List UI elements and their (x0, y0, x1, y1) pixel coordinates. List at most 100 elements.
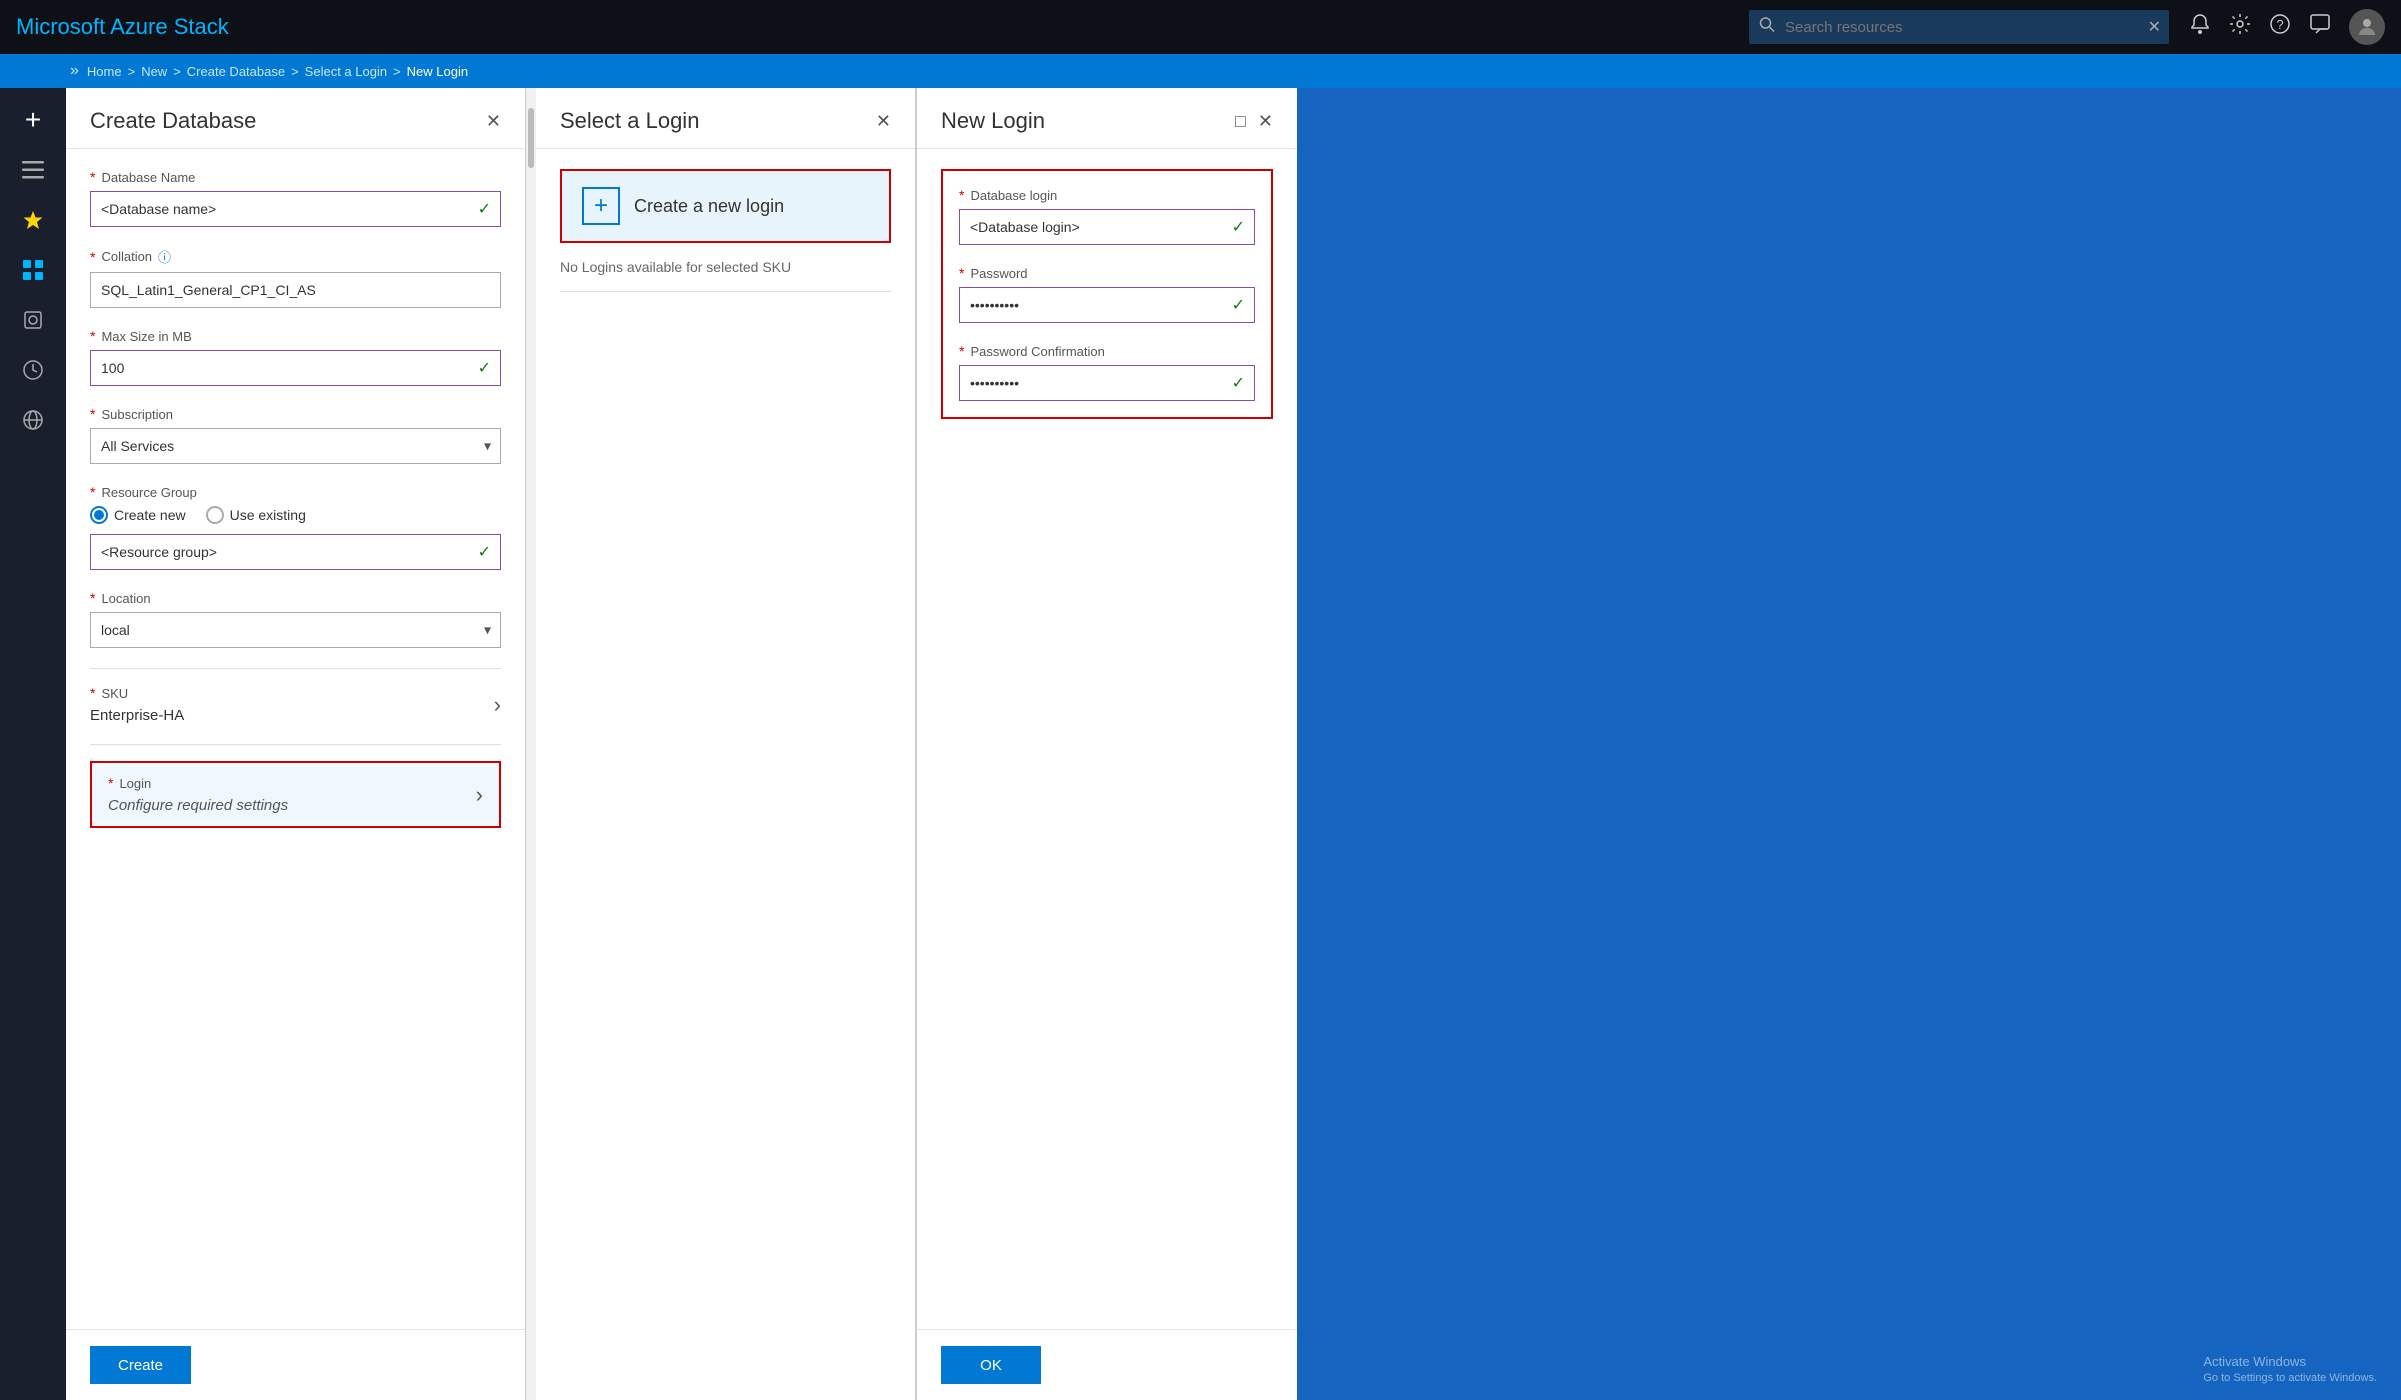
collation-info-icon[interactable]: ⓘ (158, 247, 171, 266)
select-login-close-button[interactable]: ✕ (876, 111, 891, 132)
new-login-close-button[interactable]: ✕ (1258, 111, 1273, 132)
sidebar-item-activity[interactable] (11, 348, 55, 392)
feedback-icon[interactable] (2309, 13, 2331, 41)
breadcrumb-sep-3: > (291, 64, 299, 79)
select-login-title: Select a Login (560, 108, 699, 134)
required-star-8: * (108, 775, 113, 791)
collation-label: * Collation ⓘ (90, 247, 501, 266)
content-area: Create Database ✕ * Database Name ✓ (66, 88, 2401, 1400)
resource-group-input-wrap: ✓ (90, 534, 501, 570)
new-login-panel: New Login □ ✕ * Database login (917, 88, 1297, 1400)
notifications-icon[interactable] (2189, 13, 2211, 41)
database-login-check-icon: ✓ (1232, 217, 1245, 237)
sku-label: * SKU (90, 685, 184, 701)
search-clear-button[interactable]: ✕ (2148, 17, 2161, 37)
database-login-input[interactable] (959, 209, 1255, 245)
password-label: * Password (959, 265, 1255, 281)
avatar[interactable] (2349, 9, 2385, 45)
max-size-input-wrap: ✓ (90, 350, 501, 386)
password-confirm-input-wrap: ✓ (959, 365, 1255, 401)
password-confirm-field: * Password Confirmation ✓ (959, 343, 1255, 401)
sidebar: + (0, 88, 66, 1400)
search-wrap: ✕ (1749, 10, 2169, 44)
create-database-title: Create Database (90, 108, 256, 134)
radio-create-new-circle (90, 506, 108, 524)
sidebar-item-dashboard[interactable] (11, 248, 55, 292)
sidebar-item-menu[interactable] (11, 148, 55, 192)
radio-use-existing[interactable]: Use existing (206, 506, 306, 524)
search-icon (1759, 17, 1775, 38)
create-new-login-card[interactable]: + Create a new login (560, 169, 891, 243)
required-star-7: * (90, 685, 95, 701)
password-input-wrap: ✓ (959, 287, 1255, 323)
svg-text:?: ? (2276, 17, 2283, 32)
new-login-controls: □ ✕ (1235, 111, 1273, 132)
create-database-body: * Database Name ✓ * Collation ⓘ (66, 149, 525, 1329)
create-database-panel: Create Database ✕ * Database Name ✓ (66, 88, 526, 1400)
login-configure-text: Configure required settings (108, 797, 288, 814)
database-name-field: * Database Name ✓ (90, 169, 501, 227)
password-confirm-check-icon: ✓ (1232, 373, 1245, 393)
divider-1 (90, 744, 501, 745)
scrollbar-thumb-1[interactable] (528, 108, 534, 168)
collation-field: * Collation ⓘ (90, 247, 501, 308)
select-login-controls: ✕ (876, 111, 891, 132)
create-database-footer: Create (66, 1329, 525, 1400)
login-navigate-icon: › (476, 782, 483, 808)
subscription-dropdown-wrap: All Services ▾ (90, 428, 501, 464)
new-login-header: New Login □ ✕ (917, 88, 1297, 149)
main-layout: + Create Database ✕ (0, 88, 2401, 1400)
ok-button[interactable]: OK (941, 1346, 1041, 1384)
location-label: * Location (90, 590, 501, 606)
create-database-close-button[interactable]: ✕ (486, 111, 501, 132)
chevron-right-icon: » (70, 62, 79, 80)
resource-group-radio-group: Create new Use existing (90, 506, 501, 524)
breadcrumb-new[interactable]: New (141, 64, 167, 79)
database-name-check-icon: ✓ (478, 199, 491, 219)
new-login-title: New Login (941, 108, 1045, 134)
database-login-field: * Database login ✓ (959, 187, 1255, 245)
sku-row: * SKU Enterprise-HA › (90, 668, 501, 724)
location-select[interactable]: local (90, 612, 501, 648)
subscription-field: * Subscription All Services ▾ (90, 406, 501, 464)
resource-group-input[interactable] (90, 534, 501, 570)
database-name-input[interactable] (90, 191, 501, 227)
required-star-pwc: * (959, 343, 964, 359)
collation-input-wrap (90, 272, 501, 308)
max-size-input[interactable] (90, 350, 501, 386)
resource-group-field: * Resource Group Create new Use existing (90, 484, 501, 570)
breadcrumb-create-database[interactable]: Create Database (187, 64, 285, 79)
collation-input[interactable] (90, 272, 501, 308)
sidebar-item-favorites[interactable] (11, 198, 55, 242)
breadcrumb-select-login[interactable]: Select a Login (305, 64, 387, 79)
database-login-label: * Database login (959, 187, 1255, 203)
sku-value: Enterprise-HA (90, 707, 184, 724)
login-field[interactable]: * Login Configure required settings › (90, 761, 501, 828)
subscription-label: * Subscription (90, 406, 501, 422)
database-name-label: * Database Name (90, 169, 501, 185)
settings-icon[interactable] (2229, 13, 2251, 41)
required-star-4: * (90, 406, 95, 422)
panel-scrollbar-1 (526, 88, 536, 1400)
help-icon[interactable]: ? (2269, 13, 2291, 41)
password-input[interactable] (959, 287, 1255, 323)
search-input[interactable] (1749, 10, 2169, 44)
right-area: Activate WindowsGo to Settings to activa… (1297, 88, 2401, 1400)
breadcrumb-home[interactable]: Home (87, 64, 122, 79)
sku-navigate-button[interactable]: › (494, 692, 501, 718)
password-confirm-input[interactable] (959, 365, 1255, 401)
breadcrumb-current: New Login (407, 64, 468, 79)
database-name-input-wrap: ✓ (90, 191, 501, 227)
sidebar-item-resources[interactable] (11, 298, 55, 342)
required-star-3: * (90, 328, 95, 344)
subscription-select[interactable]: All Services (90, 428, 501, 464)
new-login-maximize-button[interactable]: □ (1235, 111, 1246, 132)
max-size-field: * Max Size in MB ✓ (90, 328, 501, 386)
create-button[interactable]: Create (90, 1346, 191, 1384)
sidebar-plus-button[interactable]: + (19, 98, 47, 142)
breadcrumb-sep-4: > (393, 64, 401, 79)
sidebar-item-globe[interactable] (11, 398, 55, 442)
activate-windows-text: Activate WindowsGo to Settings to activa… (2203, 1354, 2377, 1384)
required-star-1: * (90, 169, 95, 185)
radio-create-new[interactable]: Create new (90, 506, 186, 524)
